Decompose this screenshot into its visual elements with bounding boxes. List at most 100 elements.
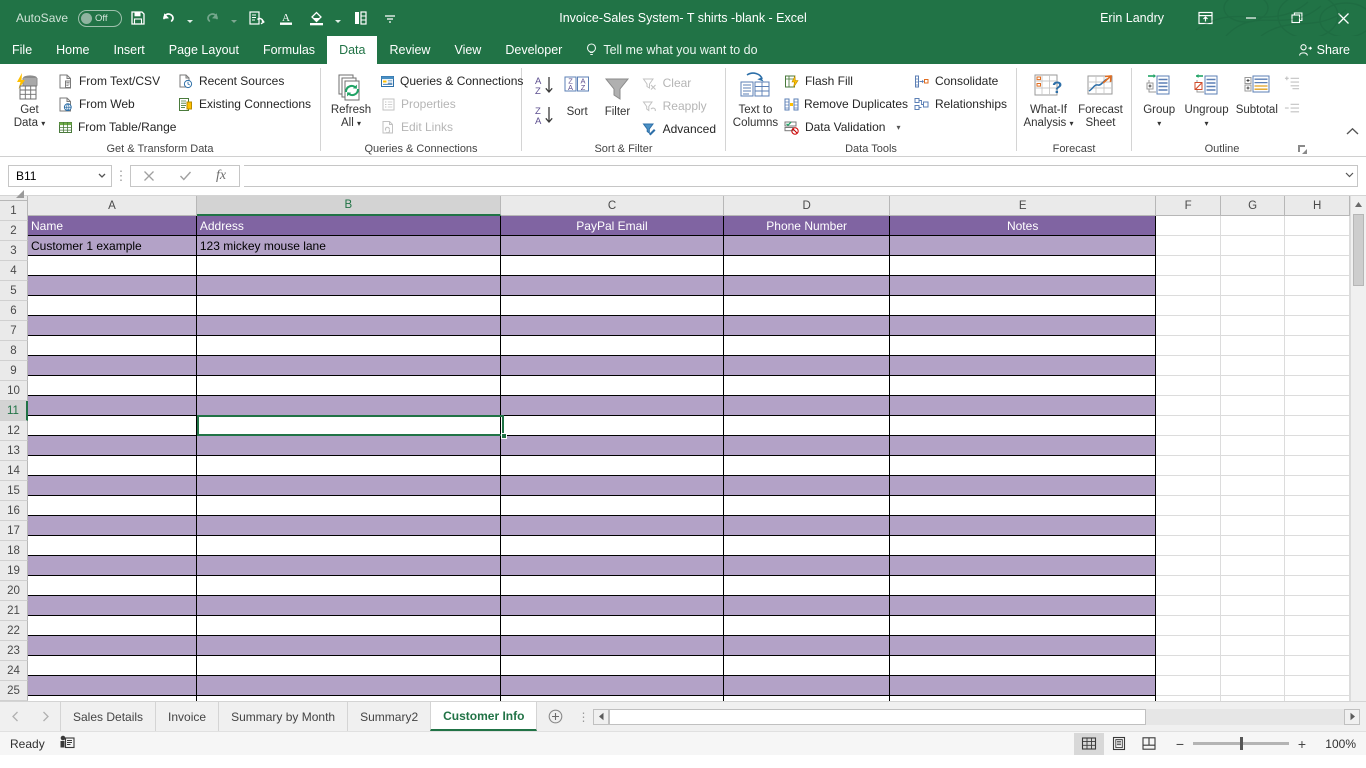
cell-G3[interactable] xyxy=(1220,256,1286,276)
cell-A24[interactable] xyxy=(28,676,197,696)
consolidate-button[interactable]: Consolidate xyxy=(910,70,1011,92)
from-text-csv-button[interactable]: From Text/CSV xyxy=(54,70,174,92)
row-header-14[interactable]: 14 xyxy=(0,461,28,481)
undo-button[interactable] xyxy=(154,4,182,32)
name-box[interactable]: B11 xyxy=(8,165,112,187)
cell-D9[interactable] xyxy=(724,376,891,396)
page-break-preview-button[interactable] xyxy=(1134,733,1164,755)
cell-F25[interactable] xyxy=(1156,696,1221,701)
cell-H10[interactable] xyxy=(1285,396,1350,416)
cell-F20[interactable] xyxy=(1156,596,1221,616)
cell-C10[interactable] xyxy=(500,396,725,416)
cell-A14[interactable] xyxy=(28,476,197,496)
scroll-up-arrow[interactable] xyxy=(1350,196,1366,213)
cell-F2[interactable] xyxy=(1156,236,1221,256)
cell-F10[interactable] xyxy=(1156,396,1221,416)
row-header-21[interactable]: 21 xyxy=(0,601,28,621)
forecast-sheet-button[interactable]: Forecast Sheet xyxy=(1075,68,1126,130)
cell-G6[interactable] xyxy=(1220,316,1286,336)
cell-G8[interactable] xyxy=(1220,356,1286,376)
cell-A11[interactable] xyxy=(28,416,197,436)
row-header-4[interactable]: 4 xyxy=(0,261,28,281)
cell-F12[interactable] xyxy=(1156,436,1221,456)
fill-color-button[interactable] xyxy=(302,4,330,32)
cell-B13[interactable] xyxy=(196,456,501,476)
cell-C5[interactable] xyxy=(500,296,725,316)
cell-C15[interactable] xyxy=(500,496,725,516)
sheet-tab-summary2[interactable]: Summary2 xyxy=(347,702,431,731)
cell-G17[interactable] xyxy=(1220,536,1286,556)
cell-H1[interactable] xyxy=(1285,216,1350,236)
cell-E16[interactable] xyxy=(890,516,1157,536)
zoom-slider[interactable] xyxy=(1193,737,1289,750)
cell-E20[interactable] xyxy=(890,596,1157,616)
font-color-button[interactable]: A xyxy=(272,4,300,32)
cell-H9[interactable] xyxy=(1285,376,1350,396)
cell-C9[interactable] xyxy=(500,376,725,396)
row-header-25[interactable]: 25 xyxy=(0,681,28,701)
cell-C1[interactable]: PayPal Email xyxy=(500,216,725,236)
cell-A10[interactable] xyxy=(28,396,197,416)
cell-F13[interactable] xyxy=(1156,456,1221,476)
recent-sources-button[interactable]: Recent Sources xyxy=(174,70,315,92)
cell-B24[interactable] xyxy=(196,676,501,696)
cell-G25[interactable] xyxy=(1221,696,1286,701)
cell-G14[interactable] xyxy=(1220,476,1286,496)
insert-cells-button[interactable] xyxy=(346,4,374,32)
cell-A19[interactable] xyxy=(28,576,197,596)
cell-G13[interactable] xyxy=(1220,456,1286,476)
sheet-tab-sales-details[interactable]: Sales Details xyxy=(60,702,156,731)
row-header-15[interactable]: 15 xyxy=(0,481,28,501)
cell-C11[interactable] xyxy=(500,416,725,436)
cell-F15[interactable] xyxy=(1156,496,1221,516)
cell-C3[interactable] xyxy=(500,256,725,276)
cell-D5[interactable] xyxy=(724,296,891,316)
cell-A2[interactable]: Customer 1 example xyxy=(28,236,197,256)
cell-G7[interactable] xyxy=(1220,336,1286,356)
cell-A3[interactable] xyxy=(28,256,197,276)
accessibility-checker-icon[interactable] xyxy=(59,735,75,753)
cell-E12[interactable] xyxy=(890,436,1157,456)
undo-dropdown-caret[interactable] xyxy=(184,4,196,32)
cell-D12[interactable] xyxy=(724,436,891,456)
cell-F16[interactable] xyxy=(1156,516,1221,536)
cell-G1[interactable] xyxy=(1220,216,1286,236)
zoom-percentage[interactable]: 100% xyxy=(1316,737,1356,751)
text-to-columns-button[interactable]: Text to Columns xyxy=(731,68,780,130)
cell-C7[interactable] xyxy=(500,336,725,356)
cell-E3[interactable] xyxy=(890,256,1157,276)
cell-H15[interactable] xyxy=(1285,496,1350,516)
queries-and-connections-button[interactable]: Queries & Connections xyxy=(376,70,523,92)
refresh-all-ribbon-button[interactable]: Refresh All ▾ xyxy=(326,68,376,130)
cell-F23[interactable] xyxy=(1156,656,1221,676)
outline-dialog-launcher[interactable] xyxy=(1296,143,1309,156)
cell-H14[interactable] xyxy=(1285,476,1350,496)
cell-H22[interactable] xyxy=(1285,636,1350,656)
cell-D3[interactable] xyxy=(724,256,891,276)
row-header-6[interactable]: 6 xyxy=(0,301,28,321)
cell-F5[interactable] xyxy=(1156,296,1221,316)
page-layout-view-button[interactable] xyxy=(1104,733,1134,755)
cell-E10[interactable] xyxy=(890,396,1157,416)
cell-A23[interactable] xyxy=(28,656,197,676)
cell-E14[interactable] xyxy=(890,476,1157,496)
cell-D1[interactable]: Phone Number xyxy=(724,216,891,236)
cell-E17[interactable] xyxy=(890,536,1157,556)
vertical-scrollbar[interactable] xyxy=(1350,196,1366,701)
cell-B23[interactable] xyxy=(196,656,501,676)
cell-E13[interactable] xyxy=(890,456,1157,476)
cell-D19[interactable] xyxy=(724,576,891,596)
cell-F17[interactable] xyxy=(1156,536,1221,556)
sort-dialog-button[interactable]: ZAAZ Sort xyxy=(557,70,597,119)
cell-E21[interactable] xyxy=(890,616,1157,636)
cell-H5[interactable] xyxy=(1285,296,1350,316)
cell-D15[interactable] xyxy=(724,496,891,516)
subtotal-button[interactable]: Subtotal xyxy=(1232,68,1282,117)
cell-B25[interactable] xyxy=(196,696,501,701)
row-header-12[interactable]: 12 xyxy=(0,421,28,441)
row-header-9[interactable]: 9 xyxy=(0,361,28,381)
redo-button[interactable] xyxy=(198,4,226,32)
cell-F7[interactable] xyxy=(1156,336,1221,356)
cell-A12[interactable] xyxy=(28,436,197,456)
grid-cells[interactable]: Name Address PayPal Email Phone Number Notes… xyxy=(28,216,1350,701)
